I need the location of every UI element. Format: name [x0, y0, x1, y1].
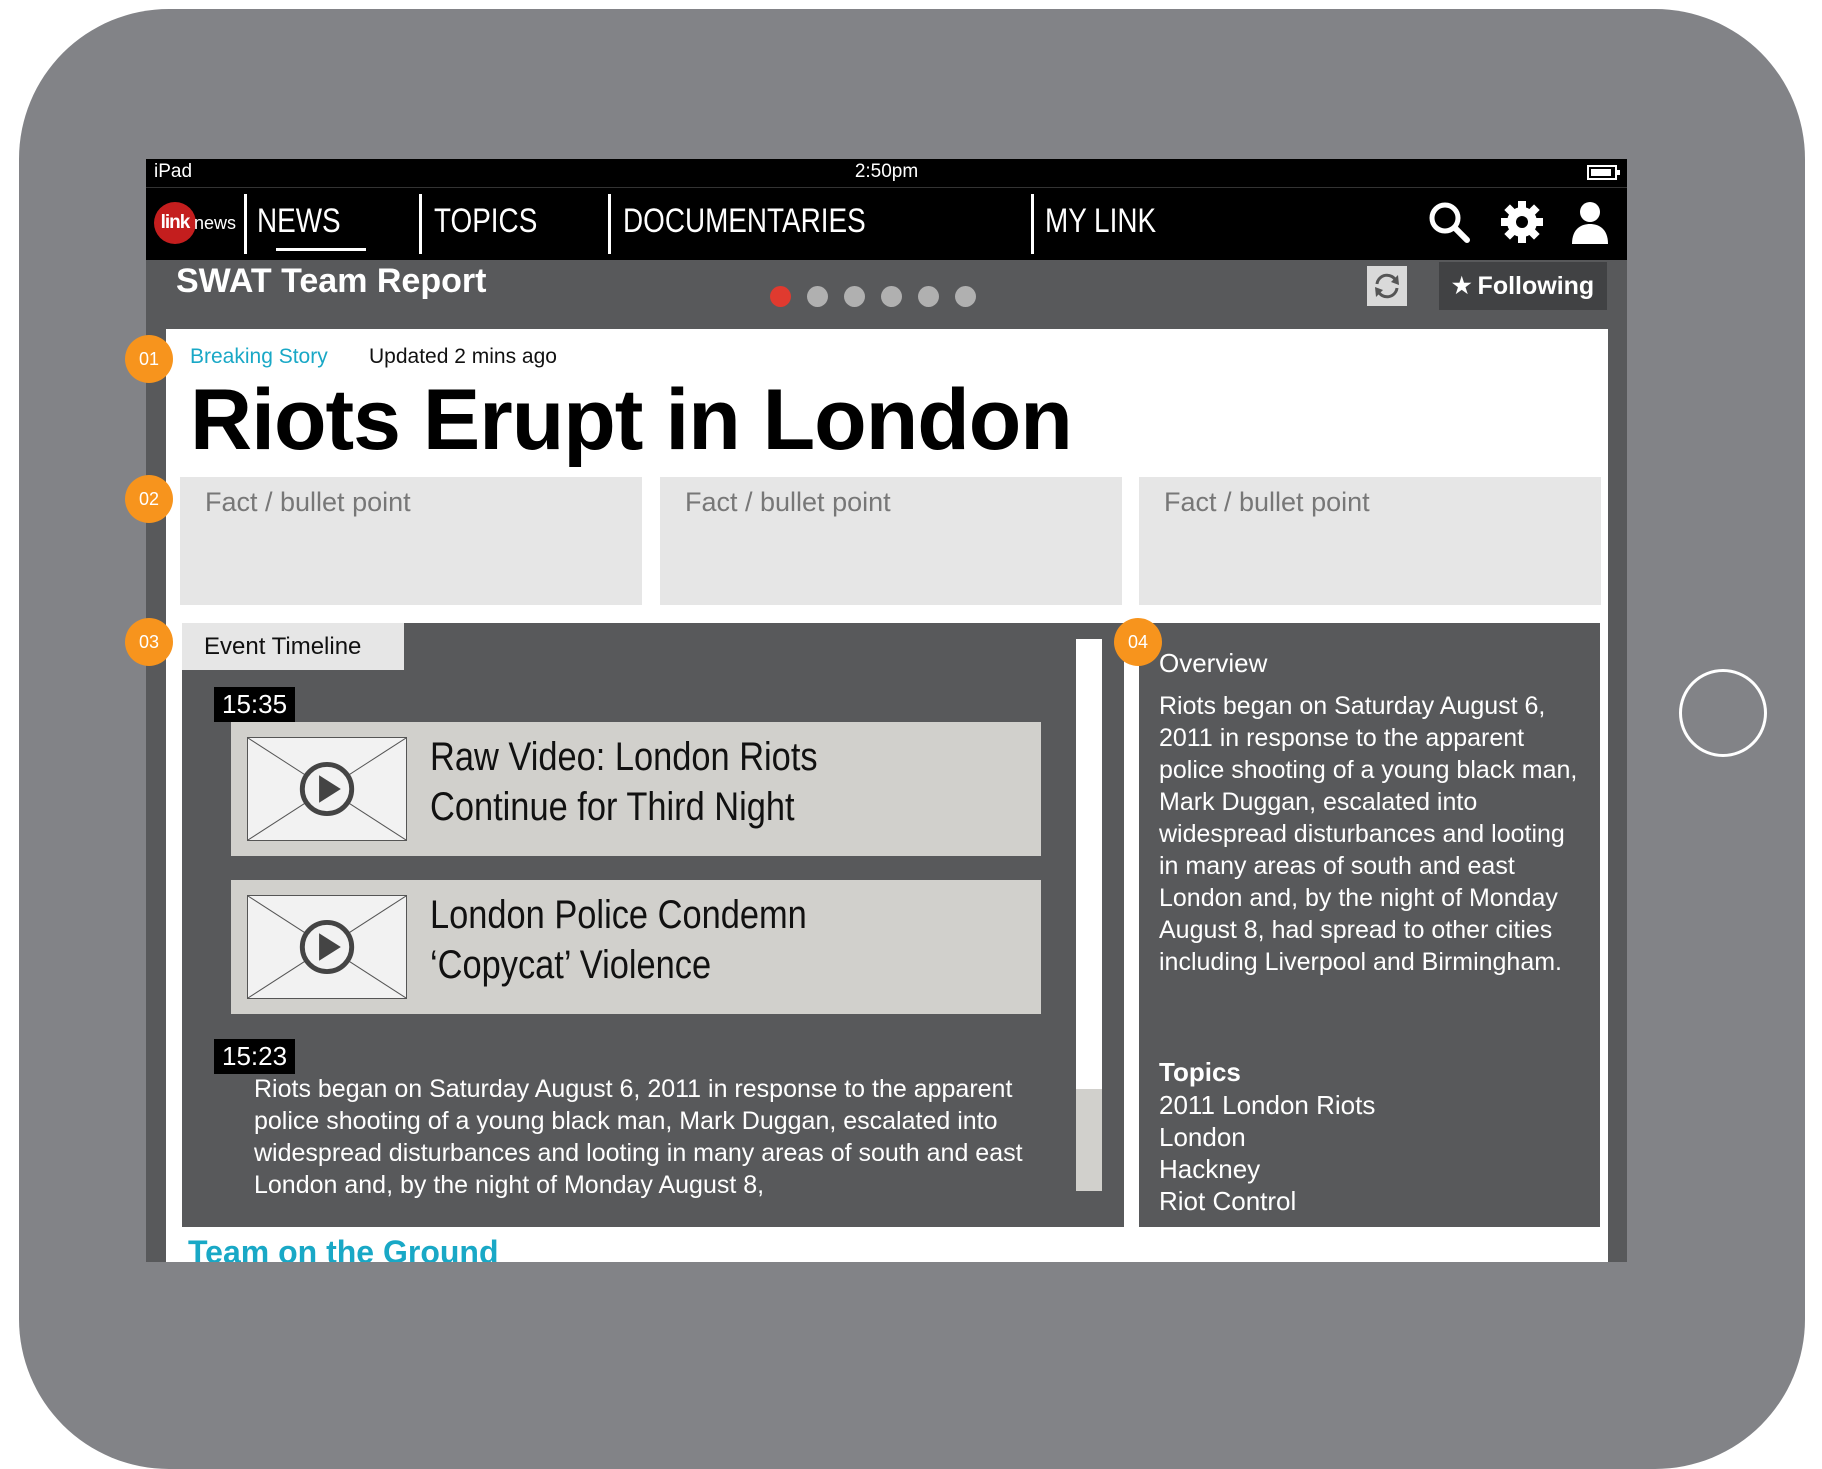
annotation-marker: 03 [125, 618, 173, 666]
tab-topics[interactable]: TOPICS [434, 202, 537, 241]
topic-link[interactable]: 2011 London Riots [1159, 1089, 1375, 1121]
timeline-entry-text: Riots began on Saturday August 6, 2011 i… [254, 1075, 1023, 1199]
annotation-marker: 04 [1114, 618, 1162, 666]
fact-card: Fact / bullet point [1139, 477, 1601, 605]
timeline-time: 15:23 [214, 1039, 296, 1074]
video-card[interactable]: Raw Video: London Riots Continue for Thi… [231, 722, 1041, 856]
following-button[interactable]: ★ Following [1439, 262, 1607, 310]
refresh-button[interactable] [1367, 266, 1407, 306]
page-dot[interactable] [807, 286, 828, 307]
nav-divider [419, 194, 422, 254]
star-icon: ★ [1451, 273, 1472, 298]
page-dot[interactable] [881, 286, 902, 307]
screen: iPad 2:50pm link news NEWS TOPICS DOCUME… [146, 159, 1627, 1262]
video-thumbnail[interactable] [247, 737, 407, 841]
video-title[interactable]: London Police Condemn ‘Copycat’ Violence [430, 890, 946, 990]
following-label: Following [1477, 271, 1595, 300]
tab-event-timeline[interactable]: Event Timeline [182, 623, 404, 670]
overview-heading: Overview [1159, 648, 1268, 678]
topic-link[interactable]: Hackney [1159, 1153, 1375, 1185]
report-title: SWAT Team Report [176, 262, 487, 300]
timeline-time: 15:35 [214, 687, 296, 722]
overview-panel: Overview Riots began on Saturday August … [1139, 623, 1600, 1227]
logo-badge: link [154, 202, 196, 244]
page-dot[interactable] [770, 286, 791, 307]
nav-divider [1031, 194, 1034, 254]
video-thumbnail[interactable] [247, 895, 407, 999]
annotation-marker: 02 [125, 475, 173, 523]
nav-divider [244, 194, 247, 254]
status-bar: iPad 2:50pm [146, 159, 1627, 187]
top-nav: link news NEWS TOPICS DOCUMENTARIES MY L… [146, 187, 1627, 260]
nav-divider [608, 194, 611, 254]
home-button[interactable] [1679, 669, 1767, 757]
page-dot[interactable] [844, 286, 865, 307]
video-title[interactable]: Raw Video: London Riots Continue for Thi… [430, 732, 946, 832]
logo[interactable]: link news [154, 201, 236, 245]
page-dot[interactable] [955, 286, 976, 307]
event-timeline: Event Timeline 15:35 Raw Video: London R… [182, 623, 1124, 1227]
timeline-scrollbar[interactable] [1076, 639, 1102, 1191]
page-dot[interactable] [918, 286, 939, 307]
refresh-icon [1375, 273, 1399, 299]
status-time: 2:50pm [854, 161, 919, 182]
story-content: Breaking Story Updated 2 mins ago Riots … [166, 329, 1608, 1262]
team-heading: Team on the Ground [188, 1234, 499, 1262]
battery-icon [1587, 165, 1620, 180]
breaking-story-label[interactable]: Breaking Story [190, 345, 328, 369]
tab-my-link[interactable]: MY LINK [1045, 202, 1156, 241]
pagination-dots [770, 286, 976, 307]
annotation-marker: 01 [125, 335, 173, 383]
video-card[interactable]: London Police Condemn ‘Copycat’ Violence [231, 880, 1041, 1014]
topic-link[interactable]: Riot Control [1159, 1185, 1375, 1217]
topics-heading: Topics [1159, 1057, 1241, 1087]
topics-list: 2011 London Riots London Hackney Riot Co… [1159, 1089, 1375, 1217]
overview-text: Riots began on Saturday August 6, 2011 i… [1159, 692, 1578, 976]
user-icon[interactable] [1566, 198, 1614, 246]
tab-active-underline [276, 248, 366, 251]
tab-news[interactable]: NEWS [257, 202, 341, 241]
search-icon[interactable] [1425, 198, 1473, 246]
logo-text: news [194, 212, 237, 233]
fact-card: Fact / bullet point [180, 477, 642, 605]
tab-documentaries[interactable]: DOCUMENTARIES [623, 202, 866, 241]
topic-link[interactable]: London [1159, 1121, 1375, 1153]
fact-card: Fact / bullet point [660, 477, 1122, 605]
updated-time: Updated 2 mins ago [369, 345, 557, 368]
gear-icon[interactable] [1498, 198, 1546, 246]
scrollbar-thumb[interactable] [1076, 1089, 1102, 1191]
headline: Riots Erupt in London [190, 372, 1073, 468]
